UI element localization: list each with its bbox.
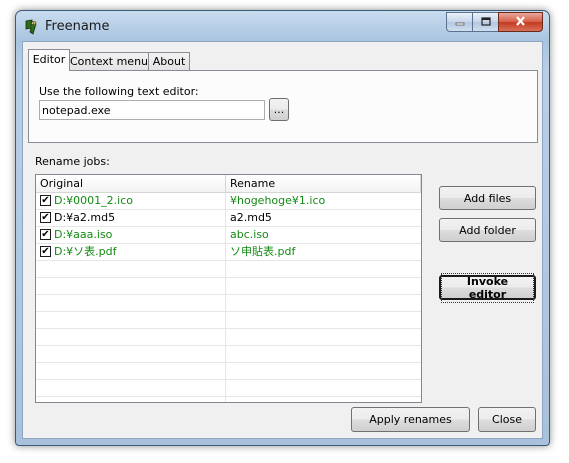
rename-jobs-list[interactable]: Original Rename ✔ D:¥0001_2.ico ¥hogehoge¥… [35, 174, 422, 403]
cell-rename: a2.md5 [230, 211, 272, 224]
add-files-label: Add files [463, 191, 512, 205]
table-row[interactable]: ✔ D:¥0001_2.ico ¥hogehoge¥1.ico [36, 193, 421, 210]
column-header-rename[interactable]: Rename [226, 175, 421, 192]
empty-row [36, 346, 421, 363]
browse-button-label: ... [273, 103, 285, 116]
freename-app-icon [23, 19, 39, 35]
tab-editor-label: Editor [32, 53, 66, 66]
cell-original: D:¥ソ表.pdf [54, 245, 117, 258]
tab-about[interactable]: About [148, 52, 190, 70]
list-rows: ✔ D:¥0001_2.ico ¥hogehoge¥1.ico ✔ D:¥a2.md5 a… [36, 193, 421, 397]
close-button[interactable]: Close [478, 407, 536, 432]
empty-row [36, 329, 421, 346]
row-checkbox[interactable]: ✔ [40, 195, 51, 206]
empty-row [36, 295, 421, 312]
title-bar[interactable]: Freename [16, 11, 549, 41]
minimize-button[interactable] [446, 12, 472, 32]
close-window-button[interactable] [498, 12, 543, 32]
cell-rename: ¥hogehoge¥1.ico [230, 194, 326, 207]
main-window: Freename Editor Context menu About Use t… [15, 10, 550, 446]
cell-original: D:¥aaa.iso [54, 228, 113, 241]
client-area: Editor Context menu About Use the follow… [22, 41, 543, 439]
row-checkbox[interactable]: ✔ [40, 212, 51, 223]
row-checkbox[interactable]: ✔ [40, 246, 51, 257]
close-button-label: Close [492, 413, 522, 426]
editor-label: Use the following text editor: [39, 85, 199, 98]
tab-about-label: About [152, 55, 186, 68]
minimize-icon [455, 16, 465, 29]
browse-button[interactable]: ... [269, 98, 289, 121]
tab-context-menu[interactable]: Context menu [69, 52, 149, 70]
editor-path-input[interactable]: notepad.exe [39, 100, 265, 120]
table-row[interactable]: ✔ D:¥a2.md5 a2.md5 [36, 210, 421, 227]
apply-renames-button[interactable]: Apply renames [351, 407, 470, 432]
row-checkbox[interactable]: ✔ [40, 229, 51, 240]
rename-jobs-label: Rename jobs: [35, 155, 110, 168]
table-row[interactable]: ✔ D:¥ソ表.pdf ソ申貼表.pdf [36, 244, 421, 261]
add-folder-button[interactable]: Add folder [439, 218, 536, 242]
table-row[interactable]: ✔ D:¥aaa.iso abc.iso [36, 227, 421, 244]
empty-row [36, 261, 421, 278]
close-icon [515, 15, 526, 29]
maximize-button[interactable] [472, 12, 498, 32]
add-folder-label: Add folder [459, 223, 516, 237]
cell-original: D:¥0001_2.ico [54, 194, 133, 207]
invoke-editor-button[interactable]: Invoke editor [439, 272, 536, 303]
cell-rename: ソ申貼表.pdf [230, 245, 296, 258]
add-files-button[interactable]: Add files [439, 186, 536, 210]
caption-buttons [446, 12, 543, 32]
list-header: Original Rename [36, 175, 421, 193]
empty-row [36, 380, 421, 397]
invoke-editor-label: Invoke editor [441, 272, 534, 303]
cell-original: D:¥a2.md5 [54, 211, 116, 224]
maximize-icon [480, 16, 491, 29]
apply-renames-label: Apply renames [369, 413, 452, 426]
cell-rename: abc.iso [230, 228, 269, 241]
tab-editor[interactable]: Editor [28, 49, 70, 71]
tab-context-menu-label: Context menu [70, 55, 149, 68]
empty-row [36, 363, 421, 380]
column-header-original[interactable]: Original [36, 175, 226, 192]
empty-row [36, 312, 421, 329]
empty-row [36, 278, 421, 295]
window-title: Freename [45, 19, 110, 34]
